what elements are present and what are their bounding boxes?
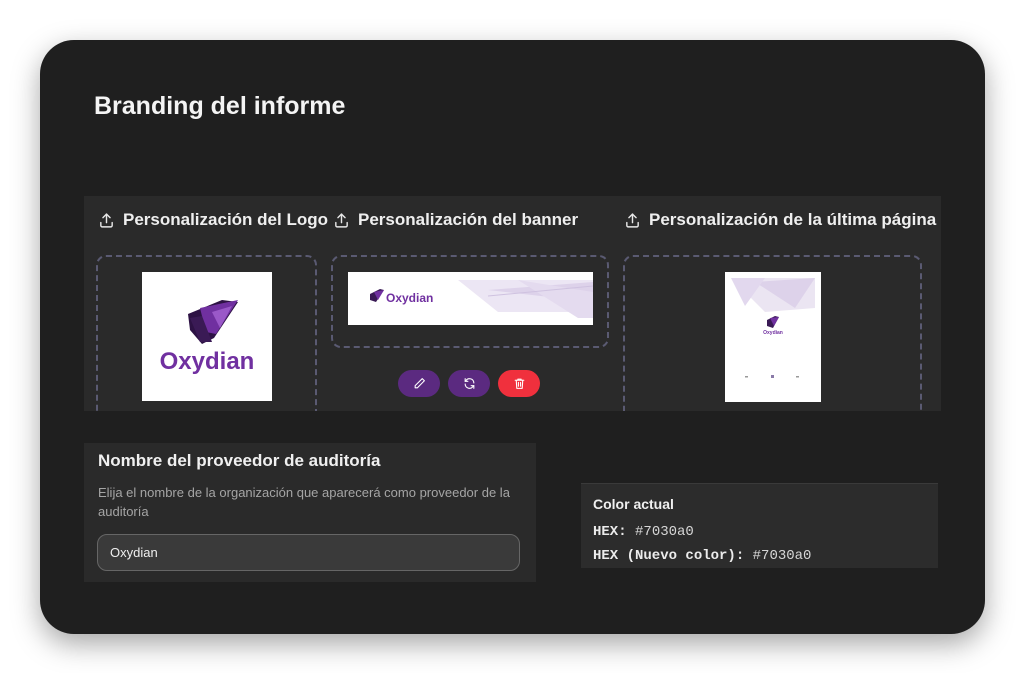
banner-actions xyxy=(398,370,540,397)
last-page-section-title: Personalización de la última página xyxy=(649,210,937,229)
last-page-wordmark: Oxydian xyxy=(763,330,783,336)
upload-icon xyxy=(624,212,641,229)
branding-upload-panel: Personalización del Logo Oxydian Persona… xyxy=(84,196,941,411)
banner-wordmark: Oxydian xyxy=(386,291,433,305)
provider-description: Elija el nombre de la organización que a… xyxy=(98,485,510,519)
page-title: Branding del informe xyxy=(94,92,346,120)
upload-icon xyxy=(98,212,115,229)
edit-banner-button[interactable] xyxy=(398,370,440,397)
logo-dropzone[interactable]: Oxydian xyxy=(96,255,317,411)
last-page-dropzone[interactable]: Oxydian xyxy=(623,255,922,411)
oxydian-logo-icon: Oxydian xyxy=(160,300,255,375)
logo-section-header[interactable]: Personalización del Logo xyxy=(98,210,328,230)
logo-wordmark: Oxydian xyxy=(160,348,255,375)
provider-name-input[interactable] xyxy=(97,534,520,571)
provider-card: Nombre del proveedor de auditoría Elija … xyxy=(84,443,536,582)
color-card: Color actual HEX: #7030a0 HEX (Nuevo col… xyxy=(581,483,938,568)
last-page-preview: Oxydian xyxy=(725,272,821,402)
provider-title: Nombre del proveedor de auditoría xyxy=(98,451,381,470)
refresh-icon xyxy=(463,377,476,390)
new-hex-line: HEX (Nuevo color): #7030a0 xyxy=(593,548,811,564)
banner-dropzone[interactable]: Oxydian xyxy=(331,255,609,348)
logo-preview: Oxydian xyxy=(142,272,272,401)
new-hex-label: HEX (Nuevo color): xyxy=(593,548,745,564)
hex-value: #7030a0 xyxy=(635,524,694,540)
new-hex-value: #7030a0 xyxy=(752,548,812,564)
trash-icon xyxy=(513,377,526,390)
logo-section-title: Personalización del Logo xyxy=(123,210,328,229)
hex-label: HEX: xyxy=(593,524,627,540)
pencil-icon xyxy=(413,377,426,390)
delete-banner-button[interactable] xyxy=(498,370,540,397)
banner-preview: Oxydian xyxy=(348,272,593,325)
banner-section-header[interactable]: Personalización del banner xyxy=(333,210,578,230)
last-page-graphic: Oxydian xyxy=(731,278,815,378)
last-page-section-header[interactable]: Personalización de la última página xyxy=(624,210,936,230)
banner-section-title: Personalización del banner xyxy=(358,210,579,229)
current-hex-line: HEX: #7030a0 xyxy=(593,524,694,540)
app-window: Branding del informe Personalización del… xyxy=(40,40,985,634)
replace-banner-button[interactable] xyxy=(448,370,490,397)
color-title: Color actual xyxy=(593,496,674,512)
banner-graphic: Oxydian xyxy=(370,280,593,318)
upload-icon xyxy=(333,212,350,229)
